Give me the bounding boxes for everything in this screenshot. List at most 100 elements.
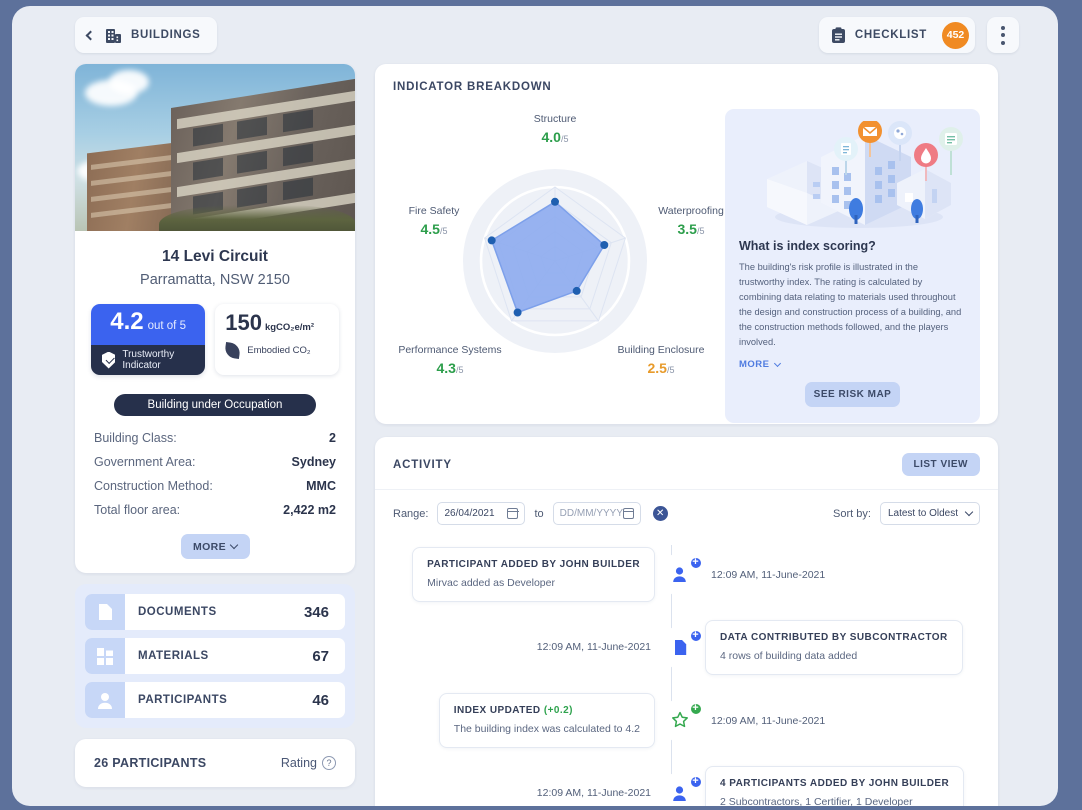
stat-label: DOCUMENTS: [138, 606, 217, 618]
chevron-down-icon: [229, 540, 239, 550]
back-to-buildings-button[interactable]: BUILDINGS: [75, 17, 217, 53]
checklist-label: CHECKLIST: [854, 29, 927, 41]
detail-value: MMC: [306, 479, 336, 493]
chevron-down-icon: [773, 359, 781, 367]
activity-filter-row: Range: 26/04/2021 to DD/MM/YYYY ✕ Sort b…: [375, 490, 998, 535]
plus-badge-icon: +: [688, 774, 703, 789]
activity-panel: ACTIVITY LIST VIEW Range: 26/04/2021 to …: [375, 437, 998, 806]
kebab-menu-icon: [1001, 33, 1005, 37]
range-to-placeholder: DD/MM/YYYY: [559, 508, 624, 519]
building-details-list: Building Class: 2 Government Area: Sydne…: [75, 416, 355, 522]
building-summary-card: 14 Levi Circuit Parramatta, NSW 2150 4.2…: [75, 64, 355, 573]
building-icon: [106, 28, 121, 43]
kebab-menu-icon: [1001, 40, 1005, 45]
plus-badge-icon: +: [688, 628, 703, 643]
info-more-button[interactable]: MORE: [739, 359, 966, 370]
person-add-icon: +: [663, 774, 703, 806]
stat-row-materials[interactable]: MATERIALS 67: [85, 638, 345, 674]
detail-value: Sydney: [291, 455, 336, 469]
radar-val-performance-systems: 4.3: [436, 360, 456, 377]
co2-label: Embodied CO₂: [247, 345, 311, 356]
plus-badge-icon: +: [688, 701, 703, 716]
activity-timeline: PARTICIPANT ADDED BY JOHN BUILDER Mirvac…: [375, 535, 998, 806]
person-add-icon: +: [663, 555, 703, 591]
building-address: Parramatta, NSW 2150: [140, 272, 290, 288]
left-sidebar: 14 Levi Circuit Parramatta, NSW 2150 4.2…: [75, 64, 355, 787]
score-row: 4.2 out of 5 Trustworthy Indicator 150 k…: [75, 304, 355, 375]
clear-range-button[interactable]: ✕: [652, 506, 668, 521]
page-background: BUILDINGS CHECKLIST 452 14 Levi Circuit …: [0, 0, 1082, 810]
activity-title-text: INDEX UPDATED: [453, 704, 541, 716]
checklist-button[interactable]: CHECKLIST 452: [818, 17, 975, 53]
radar-point: [551, 197, 559, 206]
occupation-status-badge: Building under Occupation: [114, 394, 316, 416]
embodied-co2-card[interactable]: 150 kgCO₂e/m² Embodied CO₂: [215, 304, 339, 375]
activity-time: 12:09 AM, 11-June-2021: [536, 641, 651, 653]
radar-val-waterproofing: 3.5: [677, 221, 697, 238]
sort-controls: Sort by: Latest to Oldest: [833, 502, 980, 525]
star-add-icon: +: [663, 701, 703, 737]
trustworthy-indicator-card[interactable]: 4.2 out of 5 Trustworthy Indicator: [91, 304, 206, 375]
activity-bubble[interactable]: DATA CONTRIBUTED BY SUBCONTRACTOR 4 rows…: [705, 619, 963, 675]
indicator-breakdown-panel: INDICATOR BREAKDOWN Structure 4.0/5 Wate…: [375, 64, 998, 424]
radar-cat-fire-safety: Fire Safety: [408, 205, 460, 217]
timeline-item: PARTICIPANT ADDED BY JOHN BUILDER Mirvac…: [375, 543, 998, 605]
document-icon: [85, 594, 125, 630]
timeline-item: 12:09 AM, 11-June-2021 + DATA CONTRIBUTE…: [375, 616, 998, 678]
activity-desc: Mirvac added as Developer: [427, 576, 555, 589]
co2-value: 150: [225, 310, 262, 335]
timeline-node: +: [663, 774, 703, 806]
stat-count: 46: [312, 691, 329, 709]
timeline-left-slot: PARTICIPANT ADDED BY JOHN BUILDER Mirvac…: [375, 546, 655, 602]
plus-badge-icon: +: [688, 555, 703, 570]
detail-row: Building Class: 2: [94, 426, 336, 450]
detail-value: 2: [329, 431, 336, 445]
building-photo: [75, 64, 355, 231]
radar-den: /5: [455, 365, 464, 376]
activity-title: INDEX UPDATED (+0.2): [454, 705, 640, 716]
stat-count: 67: [312, 647, 329, 665]
participants-rating-card: 26 PARTICIPANTS Rating ?: [75, 739, 355, 787]
leaf-icon: [224, 342, 242, 359]
activity-bubble[interactable]: PARTICIPANT ADDED BY JOHN BUILDER Mirvac…: [412, 546, 655, 602]
detail-key: Total floor area:: [94, 503, 181, 517]
calendar-icon: [622, 508, 634, 519]
see-risk-map-button[interactable]: SEE RISK MAP: [805, 382, 900, 408]
building-title: 14 Levi Circuit: [162, 248, 268, 265]
list-view-button[interactable]: LIST VIEW: [901, 453, 980, 476]
building-more-button[interactable]: MORE: [180, 534, 250, 559]
radar-den: /5: [439, 226, 448, 237]
detail-key: Building Class:: [94, 431, 177, 445]
radar-point: [600, 241, 609, 249]
radar-label-building-enclosure: Building Enclosure 2.5/5: [601, 343, 721, 379]
sort-by-select[interactable]: Latest to Oldest: [879, 502, 980, 525]
range-from-value: 26/04/2021: [444, 508, 495, 519]
question-mark-icon[interactable]: ?: [322, 756, 336, 770]
radar-point: [572, 286, 581, 295]
sort-by-label: Sort by:: [833, 507, 871, 520]
kebab-menu-icon: [1001, 25, 1005, 30]
timeline-right-slot: 12:09 AM, 11-June-2021: [705, 711, 985, 729]
activity-time: 12:09 AM, 11-June-2021: [711, 715, 826, 727]
chevron-down-icon: [964, 507, 974, 517]
radar-chart: Structure 4.0/5 Waterproofing 3.5/5 Buil…: [383, 98, 733, 408]
activity-title: DATA CONTRIBUTED BY SUBCONTRACTOR: [720, 631, 948, 643]
stat-row-documents[interactable]: DOCUMENTS 346: [85, 594, 345, 630]
back-to-buildings-label: BUILDINGS: [131, 29, 201, 41]
stat-count: 346: [303, 603, 329, 621]
radar-point: [487, 236, 496, 245]
activity-bubble[interactable]: INDEX UPDATED (+0.2) The building index …: [438, 692, 655, 748]
timeline-left-slot: 12:09 AM, 11-June-2021: [375, 787, 655, 799]
more-options-button[interactable]: [987, 17, 1019, 53]
activity-bubble[interactable]: 4 PARTICIPANTS ADDED BY JOHN BUILDER 2 S…: [705, 765, 965, 806]
radar-val-fire-safety: 4.5: [420, 221, 440, 238]
stat-row-participants[interactable]: PARTICIPANTS 46: [85, 682, 345, 718]
activity-desc: The building index was calculated to 4.2: [453, 722, 640, 735]
range-to-input[interactable]: DD/MM/YYYY: [552, 502, 641, 525]
radar-val-structure: 4.0: [541, 129, 561, 146]
checklist-count-badge: 452: [942, 21, 969, 49]
range-from-input[interactable]: 26/04/2021: [437, 502, 526, 525]
top-bar: BUILDINGS CHECKLIST 452: [12, 6, 1058, 68]
detail-row: Government Area: Sydney: [94, 450, 336, 474]
index-scoring-info-box: What is index scoring? The building's ri…: [725, 109, 980, 424]
